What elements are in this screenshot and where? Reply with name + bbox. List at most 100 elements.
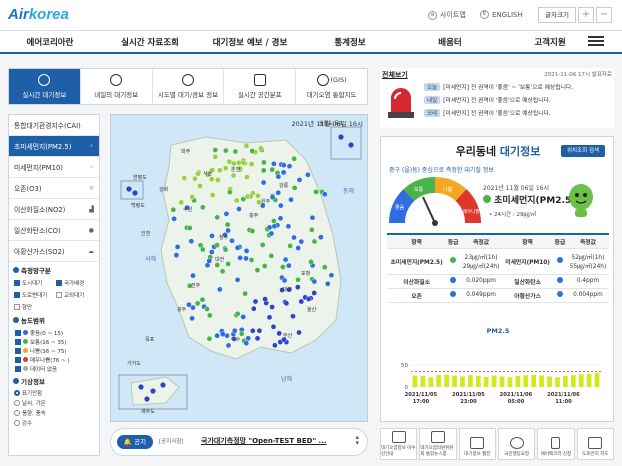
notice-bar[interactable]: 🔔 공지 [공지사항] 국가대기측정망 "Open-TEST BED" ... … — [110, 428, 368, 456]
sidebar-item-o3[interactable]: 오존(O3) ☼ — [9, 178, 99, 199]
quick-link-app[interactable]: 에어팩코리 신청 — [537, 428, 575, 460]
station-type-heading: 측정망구분 — [9, 262, 99, 278]
sidebar-item-co[interactable]: 일산화탄소(CO) ● — [9, 220, 99, 241]
location-search-button[interactable]: 위치조회 검색 — [561, 145, 605, 157]
station-marker — [313, 189, 319, 195]
english-link[interactable]: E ENGLISH — [480, 10, 523, 19]
tab-label: 실시간 대기정보 — [22, 91, 67, 99]
sitemap-label: 사이트맵 — [440, 11, 466, 19]
table-header: 등급 — [446, 233, 461, 249]
nav-item-learning[interactable]: 배움터 — [400, 36, 500, 48]
map-region-label: 인천 — [141, 230, 151, 237]
sidebar-item-cai[interactable]: 통합대기환경지수(CAI) — [9, 115, 99, 136]
notice-scroll-arrows[interactable]: ▴ ▾ — [355, 434, 359, 447]
font-increase-button[interactable]: + — [578, 7, 594, 23]
pollutant-table: 항목 등급 측정값 항목 등급 측정값 초미세먼지(PM2.5) 23㎍/㎥(1… — [387, 233, 609, 303]
table-row: 오존 0.049ppm 아황산가스 0.004ppm — [387, 288, 609, 303]
range-normal[interactable]: 보통(16 ~ 35) — [9, 337, 99, 346]
quick-link-webzine[interactable]: 대기정보 웹진 — [458, 428, 496, 460]
map-region-label: 대구 — [283, 286, 293, 293]
tab-tomorrow[interactable]: 내일의 대기정보 — [81, 69, 153, 104]
checkbox-label: 국가배경 — [64, 281, 85, 287]
sidebar-item-pm25[interactable]: 초미세먼지(PM2.5) ⁘ — [9, 136, 99, 157]
radio-weather-temp[interactable]: 날씨, 기온 — [14, 399, 54, 407]
checkbox-urban[interactable]: 도시대기 — [14, 278, 52, 288]
checkbox-roadside[interactable]: 도로변대기 — [14, 290, 52, 300]
hamburger-menu-icon[interactable] — [588, 34, 604, 48]
station-marker — [271, 161, 277, 167]
range-very-bad[interactable]: 매우나쁨(76 ~ ) — [9, 355, 99, 364]
checkbox-national[interactable]: 국가배경 — [56, 278, 94, 288]
notice-button[interactable]: 🔔 공지 — [117, 435, 153, 449]
tab-province[interactable]: 시도별 대기/경보 정보 — [153, 69, 225, 104]
station-marker — [260, 179, 267, 186]
weather-heading: 기상정보 — [9, 373, 99, 389]
nav-item-support[interactable]: 고객지원 — [500, 36, 600, 48]
alert-item-today[interactable]: 오늘 [미세먼지] 전 권역이 '좋음' ~ '보통'으로 예상됩니다. — [424, 82, 573, 91]
range-no-data[interactable]: 데이터 없음 — [9, 364, 99, 373]
station-marker — [243, 340, 250, 346]
table-header: 항목 — [502, 233, 554, 249]
airkorea-logo[interactable]: Airkorea — [8, 6, 69, 23]
radio-rain[interactable]: 강수 — [14, 419, 54, 427]
station-marker — [308, 227, 315, 233]
korea-map[interactable]: 연평도 백령도 강화 파주 서울 인천 수원 춘천 강릉 원주 충주 청주 대전 포항 대구 울산 부산 전주 광주… — [110, 114, 368, 422]
station-marker — [215, 177, 221, 183]
map-region-label: 광주 — [177, 306, 187, 313]
checkbox-port[interactable]: 항만 — [14, 302, 52, 312]
quick-link-newsroom[interactable]: 대기오염의원위원회 통합뉴스룸 — [419, 428, 457, 460]
nav-item-statistics[interactable]: 통계정보 — [300, 36, 400, 48]
view-all-link[interactable]: 전체보기 — [382, 70, 408, 80]
sidebar-item-so2[interactable]: 아황산가스(SO2) ☁ — [9, 241, 99, 262]
table-cell-value: 0.049ppm — [460, 288, 503, 303]
font-decrease-button[interactable]: − — [596, 7, 612, 23]
station-marker — [269, 194, 276, 200]
station-marker — [225, 227, 231, 234]
range-good[interactable]: 좋음(0 ~ 15) — [9, 328, 99, 337]
range-bad[interactable]: 나쁨(36 ~ 75) — [9, 346, 99, 355]
station-marker — [270, 323, 277, 330]
table-cell-grade — [446, 288, 461, 303]
chart-bar — [491, 375, 497, 387]
checkbox-label: 항만 — [22, 305, 33, 311]
x-tick-label: 2021/11/05 — [452, 392, 485, 398]
alert-item-dayafter[interactable]: 모레 [미세먼지] 전 권역이 '좋음'으로 예상됩니다. — [424, 108, 551, 117]
station-marker — [311, 290, 317, 296]
sidebar-item-no2[interactable]: 이산화질소(NO2) ▟ — [9, 199, 99, 220]
radio-none[interactable]: 표기안함 — [14, 389, 54, 397]
nav-item-realtime[interactable]: 실시간 자료조회 — [100, 36, 200, 48]
panel-title-a: 우리동네 — [455, 145, 497, 158]
station-marker — [173, 252, 180, 258]
checkbox-icon — [15, 347, 21, 354]
station-marker — [236, 206, 242, 212]
weather-options: 표기안함 날씨, 기온 풍향, 풍속 강수 — [9, 389, 99, 427]
station-marker — [244, 174, 250, 180]
station-marker — [234, 244, 241, 251]
tab-realtime[interactable]: 실시간 대기정보 — [9, 69, 81, 104]
checkbox-suburban[interactable]: 교외대기 — [56, 290, 94, 300]
radio-wind[interactable]: 풍향, 풍속 — [14, 409, 54, 417]
sitemap-link[interactable]: ≡ 사이트맵 — [428, 10, 466, 20]
quick-link-guide[interactable]: 국민행동요령 — [497, 428, 536, 460]
gauge-hub — [432, 220, 438, 226]
station-marker — [181, 175, 188, 181]
gauge-label-good: 좋음 — [395, 205, 405, 211]
station-marker — [309, 214, 316, 221]
station-marker — [189, 194, 195, 200]
map-region-label: 파주 — [181, 148, 191, 155]
map-region-label: 목포 — [145, 337, 155, 343]
notice-link[interactable]: 국가대기측정망 "Open-TEST BED" ... — [201, 436, 327, 446]
tab-spatial[interactable]: 실시간 공간분포 — [224, 69, 297, 104]
station-marker — [261, 263, 268, 269]
tab-gis[interactable]: (GIS) 대기오염 통합지도 — [296, 69, 367, 104]
nav-item-forecast[interactable]: 대기정보 예보 / 경보 — [200, 36, 300, 48]
chart-bar — [547, 376, 552, 387]
table-cell-value: 23㎍/㎥(1h) 29㎍/㎥(24h) — [460, 248, 503, 275]
alert-item-tomorrow[interactable]: 내일 [미세먼지] 전 권역이 '좋음'으로 예상됩니다. — [424, 95, 551, 104]
table-cell-value: 0.020ppm — [460, 274, 503, 289]
quick-link-road-dust[interactable]: 도로먼지 지도 — [576, 428, 614, 460]
sidebar-item-pm10[interactable]: 미세먼지(PM10) ⁘ — [9, 157, 99, 178]
quick-link-notice[interactable]: 대기오염정보 미수신안내 — [380, 428, 418, 460]
nav-item-about[interactable]: 에어코리아란 — [0, 36, 100, 48]
station-marker — [200, 204, 206, 211]
